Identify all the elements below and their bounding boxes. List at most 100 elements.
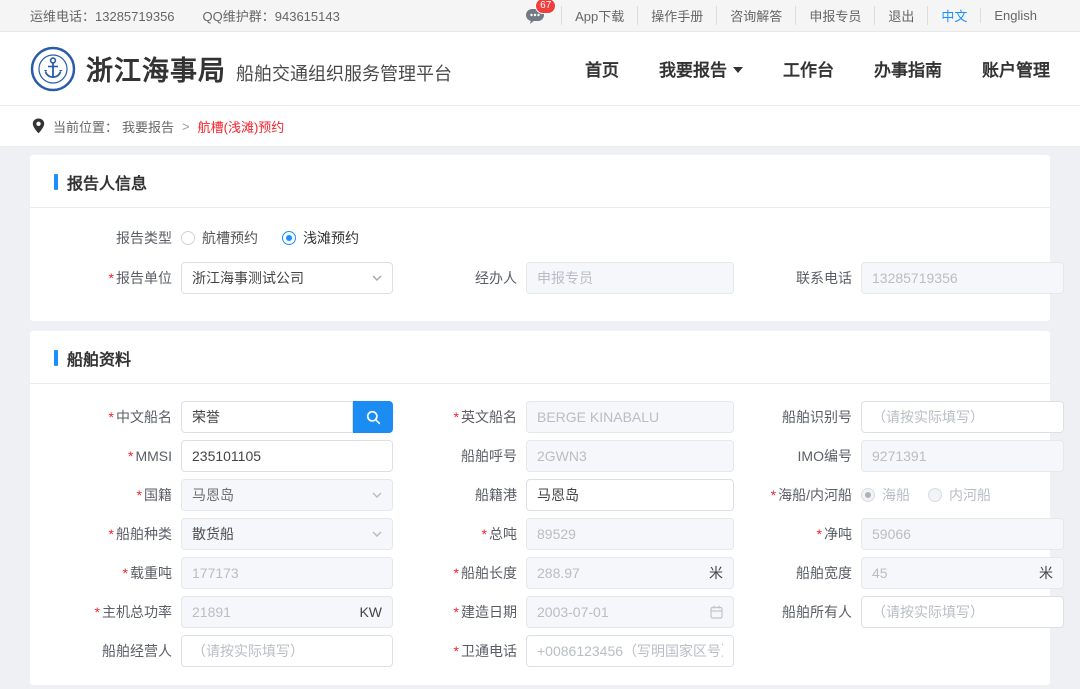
operator-field: 船舶经营人 [54, 635, 399, 667]
mmsi-label: MMSI [135, 448, 172, 464]
owner-field: 船舶所有人 [734, 596, 1064, 628]
agent-label: 经办人 [475, 270, 517, 286]
operator-input[interactable] [181, 635, 393, 667]
ship-type-field: *船舶种类 散货船 [54, 518, 399, 550]
ship-type-label: 船舶种类 [116, 526, 172, 542]
registry-port-input[interactable] [526, 479, 734, 511]
radio-disabled-on-icon [861, 488, 875, 502]
messages-button[interactable]: 67 [525, 7, 547, 25]
calendar-icon [710, 605, 723, 619]
imo-label: IMO编号 [798, 448, 852, 464]
msa-logo-icon [30, 46, 76, 92]
owner-label: 船舶所有人 [782, 604, 852, 620]
ship-section-title: 船舶资料 [67, 346, 131, 370]
ship-info-card: 船舶资料 *中文船名 *英文船名 [30, 331, 1050, 685]
report-unit-select[interactable]: 浙江海事测试公司 [181, 262, 393, 294]
chevron-down-icon [372, 492, 382, 498]
link-lang-chinese[interactable]: 中文 [927, 6, 980, 25]
cn-name-input[interactable] [181, 401, 353, 433]
qq-group-label: QQ维护群：943615143 [203, 6, 340, 25]
nav-home[interactable]: 首页 [585, 56, 619, 81]
sat-phone-field: *卫通电话 [399, 635, 734, 667]
cn-name-field: *中文船名 [54, 401, 399, 433]
net-tonnage-field: *净吨 [734, 518, 1064, 550]
radio-sea-label: 海船 [882, 485, 910, 505]
registry-port-label: 船籍港 [475, 487, 517, 503]
contact-phone-label: 联系电话 [796, 270, 852, 286]
radio-river-label: 内河船 [949, 485, 991, 505]
radio-disabled-off-icon [928, 488, 942, 502]
main-nav: 首页 我要报告 工作台 办事指南 账户管理 [585, 56, 1050, 81]
cn-name-label: 中文船名 [116, 409, 172, 425]
nationality-field: *国籍 马恩岛 [54, 479, 399, 511]
ship-width-input: 45 米 [861, 557, 1064, 589]
ship-width-label: 船舶宽度 [796, 565, 852, 581]
header: 浙江海事局 船舶交通组织服务管理平台 首页 我要报告 工作台 办事指南 账户管理 [0, 32, 1080, 105]
callsign-input [526, 440, 734, 472]
link-lang-english[interactable]: English [980, 8, 1050, 23]
kw-unit-suffix: KW [359, 604, 382, 620]
engine-power-field: *主机总功率 21891 KW [54, 596, 399, 628]
ship-length-input: 288.97 米 [526, 557, 734, 589]
ship-id-label: 船舶识别号 [782, 409, 852, 425]
radio-channel-label: 航槽预约 [202, 228, 258, 248]
imo-input [861, 440, 1064, 472]
nav-account[interactable]: 账户管理 [982, 56, 1050, 81]
ship-search-button[interactable] [353, 401, 393, 433]
contact-phone-field: 联系电话 [734, 262, 1064, 294]
org-name: 浙江海事局 [86, 49, 226, 88]
location-pin-icon [32, 118, 45, 134]
owner-input[interactable] [861, 596, 1064, 628]
agent-field: 经办人 [399, 262, 734, 294]
breadcrumb-parent[interactable]: 我要报告 [122, 117, 174, 136]
nav-workbench[interactable]: 工作台 [783, 56, 834, 81]
operator-label: 船舶经营人 [102, 643, 172, 659]
en-name-field: *英文船名 [399, 401, 734, 433]
breadcrumb-current: 航槽(浅滩)预约 [198, 117, 285, 136]
chevron-down-icon [733, 67, 743, 73]
link-declare-specialist[interactable]: 申报专员 [795, 6, 874, 25]
breadcrumb-prefix: 当前位置： [53, 117, 118, 136]
platform-name: 船舶交通组织服务管理平台 [236, 52, 452, 86]
radio-shoal-label: 浅滩预约 [303, 228, 359, 248]
link-manual[interactable]: 操作手册 [637, 6, 716, 25]
sat-phone-input[interactable] [526, 635, 734, 667]
gross-tonnage-field: *总吨 [399, 518, 734, 550]
ship-length-field: *船舶长度 288.97 米 [399, 557, 734, 589]
nav-report[interactable]: 我要报告 [659, 56, 743, 81]
chevron-down-icon [372, 531, 382, 537]
en-name-label: 英文船名 [461, 409, 517, 425]
mmsi-input[interactable] [181, 440, 393, 472]
link-logout[interactable]: 退出 [874, 6, 927, 25]
sat-phone-label: 卫通电话 [461, 643, 517, 659]
top-utility-bar: 运维电话：13285719356 QQ维护群：943615143 67 App下… [0, 0, 1080, 32]
section-accent-bar [54, 174, 58, 190]
radio-sea-ship: 海船 [861, 485, 910, 505]
build-date-label: 建造日期 [461, 604, 517, 620]
report-unit-label: 报告单位 [116, 270, 172, 286]
nav-report-label: 我要报告 [659, 56, 727, 81]
report-type-field: 报告类型 航槽预约 浅滩预约 [54, 228, 399, 248]
nav-guide[interactable]: 办事指南 [874, 56, 942, 81]
radio-shoal-reservation[interactable]: 浅滩预约 [282, 228, 359, 248]
radio-off-icon [181, 231, 195, 245]
ship-width-field: 船舶宽度 45 米 [734, 557, 1064, 589]
radio-channel-reservation[interactable]: 航槽预约 [181, 228, 258, 248]
radio-on-icon [282, 231, 296, 245]
gross-tonnage-input [526, 518, 734, 550]
registry-port-field: 船籍港 [399, 479, 734, 511]
ship-id-input[interactable] [861, 401, 1064, 433]
notification-badge: 67 [535, 0, 556, 14]
link-app-download[interactable]: App下载 [561, 6, 637, 25]
link-consult[interactable]: 咨询解答 [716, 6, 795, 25]
callsign-field: 船舶呼号 [399, 440, 734, 472]
agent-input [526, 262, 734, 294]
build-date-input: 2003-07-01 [526, 596, 734, 628]
meter-unit-suffix: 米 [1039, 563, 1053, 583]
contact-phone-input [861, 262, 1064, 294]
nationality-label: 国籍 [144, 487, 172, 503]
breadcrumb-separator: > [182, 119, 190, 134]
engine-power-input: 21891 KW [181, 596, 393, 628]
build-date-field: *建造日期 2003-07-01 [399, 596, 734, 628]
ship-length-label: 船舶长度 [461, 565, 517, 581]
